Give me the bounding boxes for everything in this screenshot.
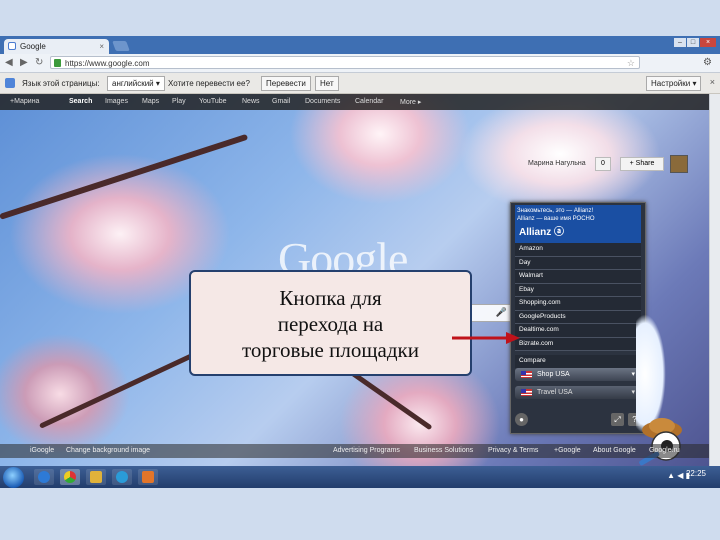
store-item-amazon[interactable]: Amazon xyxy=(515,243,641,257)
travel-usa-label: Travel USA xyxy=(537,389,573,396)
translate-button[interactable]: Перевести xyxy=(261,76,311,91)
new-tab-button[interactable] xyxy=(112,41,130,51)
footer-link-privacy[interactable]: Privacy & Terms xyxy=(488,447,538,454)
translate-settings-button[interactable]: Настройки ▾ xyxy=(646,76,702,91)
footer-link-google-ru[interactable]: Google.ru xyxy=(649,447,680,454)
callout-box: Кнопка для перехода на торговые площадки xyxy=(189,270,472,376)
store-item-shopping[interactable]: Shopping.com xyxy=(515,297,641,311)
store-item-walmart[interactable]: Walmart xyxy=(515,270,641,284)
branch-decoration xyxy=(38,348,205,429)
store-item-ebay[interactable]: Ebay xyxy=(515,283,641,297)
nav-item-plus-marina[interactable]: +Марина xyxy=(10,98,39,105)
share-button[interactable]: + Share xyxy=(620,157,664,171)
translate-close-icon[interactable]: × xyxy=(710,77,715,87)
notifications-count[interactable]: 0 xyxy=(595,157,611,171)
translate-bar: Язык этой страницы: английский ▾ Хотите … xyxy=(0,73,720,94)
nav-item-gmail[interactable]: Gmail xyxy=(272,98,290,105)
screen: Google × – □ × ◀ ▶ ↻ https://www.google.… xyxy=(0,36,720,488)
search-icon[interactable]: ● xyxy=(515,413,528,426)
back-icon[interactable]: ◀ xyxy=(5,57,13,68)
reload-icon[interactable]: ↻ xyxy=(35,57,43,68)
nav-item-news[interactable]: News xyxy=(242,98,260,105)
google-favicon-icon xyxy=(8,42,16,50)
nav-item-images[interactable]: Images xyxy=(105,98,128,105)
nav-item-search[interactable]: Search xyxy=(69,98,92,105)
no-button[interactable]: Нет xyxy=(315,76,339,91)
chevron-down-icon: ▾ xyxy=(631,371,635,378)
taskbar-media[interactable] xyxy=(112,469,132,485)
expand-icon[interactable]: ⤢ xyxy=(611,413,624,426)
address-bar[interactable]: https://www.google.com ☆ xyxy=(50,56,640,69)
nav-item-calendar[interactable]: Calendar xyxy=(355,98,383,105)
url-text: https://www.google.com xyxy=(65,59,150,68)
taskbar-chrome[interactable] xyxy=(60,469,80,485)
minimize-button[interactable]: – xyxy=(674,38,686,47)
lock-icon xyxy=(54,59,61,67)
shop-usa-select[interactable]: Shop USA ▾ xyxy=(515,368,641,381)
taskbar-explorer[interactable] xyxy=(86,469,106,485)
taskbar-ie[interactable] xyxy=(34,469,54,485)
callout-line: перехода на xyxy=(277,312,384,336)
ad-line: Allianz — ваше имя РОСНО xyxy=(517,216,595,222)
nav-item-more[interactable]: More ▸ xyxy=(400,98,421,106)
tab-close-icon[interactable]: × xyxy=(99,39,104,54)
wrench-menu-icon[interactable]: ⚙ xyxy=(703,57,712,68)
callout-line: торговые площадки xyxy=(242,338,419,362)
language-select[interactable]: английский ▾ xyxy=(107,76,165,91)
nav-item-play[interactable]: Play xyxy=(172,98,186,105)
scrollbar[interactable] xyxy=(709,94,720,466)
usa-flag-icon xyxy=(521,371,532,378)
windows-taskbar: ▲ ◀ ▮ 22:25 xyxy=(0,466,720,488)
forward-icon[interactable]: ▶ xyxy=(20,57,28,68)
chevron-down-icon: ▾ xyxy=(631,389,635,396)
widget-toolbar: ● ⤢ ? xyxy=(515,413,641,427)
store-item-day[interactable]: Day xyxy=(515,256,641,270)
bookmark-star-icon[interactable]: ☆ xyxy=(627,57,635,70)
nav-item-youtube[interactable]: YouTube xyxy=(199,98,227,105)
footer-link-about[interactable]: About Google xyxy=(593,447,636,454)
tab-title: Google xyxy=(20,42,46,51)
detective-mascot-icon xyxy=(639,418,682,466)
store-item-googleproducts[interactable]: GoogleProducts xyxy=(515,310,641,324)
close-window-button[interactable]: × xyxy=(700,38,716,47)
footer-link-advertising[interactable]: Advertising Programs xyxy=(333,447,400,454)
microphone-icon[interactable]: 🎤 xyxy=(496,307,507,318)
usa-flag-icon xyxy=(521,389,532,396)
window-controls: – □ × xyxy=(674,38,716,47)
store-list: Amazon Day Walmart Ebay Shopping.com Goo… xyxy=(515,243,641,368)
taskbar-app[interactable] xyxy=(138,469,158,485)
advertisement-banner[interactable]: Знакомьтесь, это — Allianz! Allianz — ва… xyxy=(515,205,641,243)
browser-titlebar: Google × – □ × xyxy=(0,36,720,54)
browser-toolbar: ◀ ▶ ↻ https://www.google.com ☆ ⚙ xyxy=(0,54,720,73)
shopping-widget: Знакомьтесь, это — Allianz! Allianz — ва… xyxy=(510,202,646,434)
google-footer: iGoogle Change background image Advertis… xyxy=(0,444,710,458)
avatar[interactable] xyxy=(670,155,688,173)
store-item-compare[interactable]: Compare xyxy=(515,355,641,368)
start-button[interactable] xyxy=(3,467,24,488)
account-name[interactable]: Марина Нагульна xyxy=(528,160,586,167)
branch-decoration xyxy=(0,133,249,220)
translate-prompt-question: Хотите перевести ее? xyxy=(168,79,250,88)
browser-tab[interactable]: Google × xyxy=(4,39,109,54)
footer-link-business[interactable]: Business Solutions xyxy=(414,447,473,454)
translate-prompt-language: Язык этой страницы: xyxy=(22,79,100,88)
store-item-bizrate[interactable]: Bizrate.com xyxy=(515,337,641,351)
translate-icon xyxy=(5,78,15,88)
callout-arrow-icon xyxy=(452,332,520,344)
nav-item-maps[interactable]: Maps xyxy=(142,98,159,105)
clock[interactable]: 22:25 xyxy=(686,469,706,478)
footer-link-change-background[interactable]: Change background image xyxy=(66,447,150,454)
nav-item-documents[interactable]: Documents xyxy=(305,98,340,105)
ad-line: Знакомьтесь, это — Allianz! xyxy=(517,208,594,214)
footer-link-plus-google[interactable]: +Google xyxy=(554,447,581,454)
allianz-logo: Allianz ⓐ xyxy=(519,227,565,238)
travel-usa-select[interactable]: Travel USA ▾ xyxy=(515,386,641,399)
footer-link-igoogle[interactable]: iGoogle xyxy=(30,447,54,454)
maximize-button[interactable]: □ xyxy=(687,38,699,47)
store-item-dealtime[interactable]: Dealtime.com xyxy=(515,324,641,338)
google-nav-bar: +Марина Search Images Maps Play YouTube … xyxy=(0,94,710,110)
callout-line: Кнопка для xyxy=(279,286,382,310)
shop-usa-label: Shop USA xyxy=(537,371,570,378)
